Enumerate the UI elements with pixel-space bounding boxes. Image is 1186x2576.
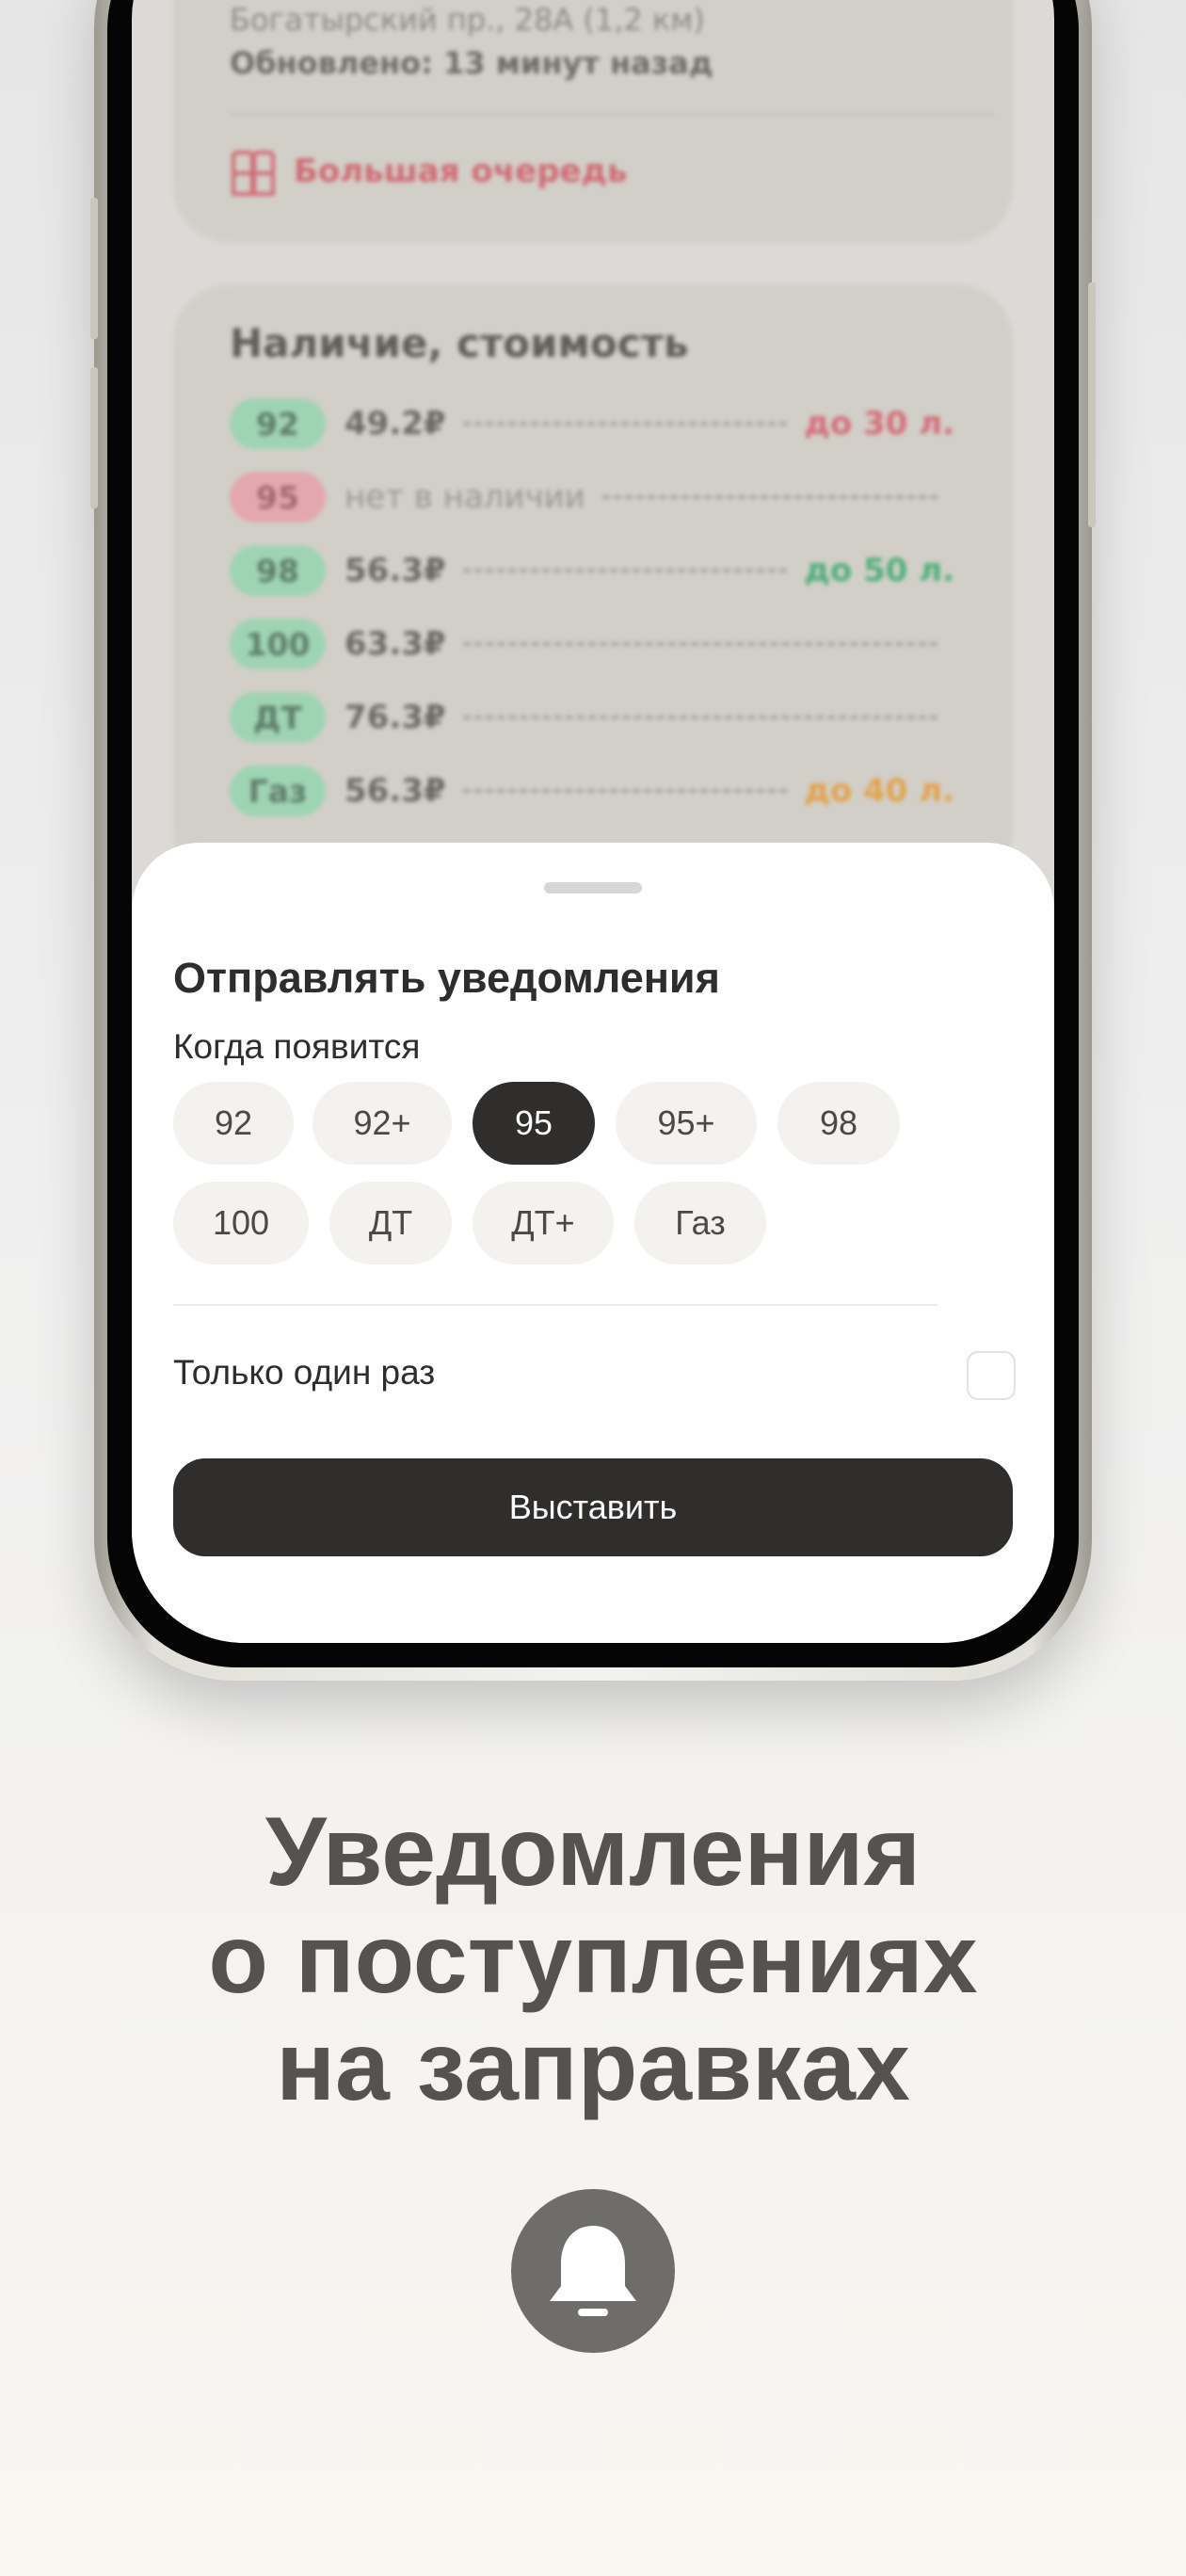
fuel-type-badge: 95 bbox=[230, 472, 326, 523]
fuel-row: 95 нет в наличии bbox=[230, 471, 954, 523]
phone-screen: Богатырский пр., 28А (1,2 км) Обновлено:… bbox=[132, 0, 1054, 1643]
headline-line: Уведомления bbox=[264, 1797, 922, 1907]
dashed-leader bbox=[462, 422, 788, 426]
phone-volume-button bbox=[90, 367, 98, 508]
phone-power-button bbox=[1088, 282, 1096, 527]
fuel-limit: до 30 л. bbox=[804, 405, 954, 443]
fuel-type-badge: 92 bbox=[230, 398, 326, 449]
fuel-limit: до 50 л. bbox=[804, 552, 954, 589]
card-divider bbox=[230, 113, 994, 115]
fuel-price: 56.3₽ bbox=[345, 552, 446, 589]
fuel-row: ДТ 76.3₽ bbox=[230, 691, 954, 744]
fuel-chip-95plus[interactable]: 95+ bbox=[616, 1082, 757, 1165]
fuel-limit: до 40 л. bbox=[804, 772, 954, 810]
fuel-type-badge: 100 bbox=[230, 619, 326, 669]
bell-badge bbox=[511, 2189, 675, 2353]
queue-label: Большая очередь bbox=[294, 153, 628, 190]
sheet-grabber[interactable] bbox=[544, 882, 642, 894]
fuel-row: Газ 56.3₽ до 40 л. bbox=[230, 765, 954, 817]
queue-status: Большая очередь bbox=[230, 149, 628, 196]
dashed-leader bbox=[462, 716, 938, 719]
sheet-subtitle: Когда появится bbox=[173, 1027, 421, 1066]
fuel-chip-dt[interactable]: ДТ bbox=[329, 1182, 452, 1264]
sheet-title: Отправлять уведомления bbox=[173, 954, 720, 1002]
phone-volume-button bbox=[90, 198, 98, 339]
sheet-divider bbox=[173, 1304, 938, 1306]
fuel-chip-100[interactable]: 100 bbox=[173, 1182, 309, 1264]
headline-line: на заправках bbox=[276, 2012, 910, 2121]
station-updated: Обновлено: 13 минут назад bbox=[230, 45, 713, 81]
dashed-leader bbox=[462, 642, 938, 646]
fuel-price: 63.3₽ bbox=[345, 625, 446, 663]
once-only-checkbox[interactable] bbox=[967, 1351, 1016, 1400]
availability-card: Наличие, стоимость 92 49.2₽ до 30 л. 95 нет … bbox=[173, 284, 1013, 887]
fuel-row: 100 63.3₽ bbox=[230, 618, 954, 670]
submit-button[interactable]: Выставить bbox=[173, 1458, 1013, 1556]
fuel-type-badge: ДТ bbox=[230, 692, 326, 743]
fuel-chip-gas[interactable]: Газ bbox=[634, 1182, 766, 1264]
fuel-type-badge: 98 bbox=[230, 545, 326, 596]
fuel-type-badge: Газ bbox=[230, 765, 326, 816]
fuel-chip-dtplus[interactable]: ДТ+ bbox=[473, 1182, 614, 1264]
fuel-price: 56.3₽ bbox=[345, 772, 446, 810]
promo-headline: Уведомления о поступлениях на заправках bbox=[0, 1798, 1186, 2120]
dashed-leader bbox=[601, 495, 938, 499]
people-queue-icon bbox=[230, 149, 275, 196]
fuel-chip-92[interactable]: 92 bbox=[173, 1082, 294, 1165]
fuel-chip-95[interactable]: 95 bbox=[473, 1082, 595, 1165]
notification-sheet: Отправлять уведомления Когда появится 92… bbox=[132, 843, 1054, 1643]
fuel-price: 76.3₽ bbox=[345, 699, 446, 736]
once-only-label: Только один раз bbox=[173, 1353, 436, 1392]
fuel-price: 49.2₽ bbox=[345, 405, 446, 443]
fuel-price: нет в наличии bbox=[345, 478, 585, 516]
fuel-chip-98[interactable]: 98 bbox=[777, 1082, 900, 1165]
availability-title: Наличие, стоимость bbox=[230, 320, 689, 366]
headline-line: о поступлениях bbox=[208, 1905, 978, 2014]
bell-icon bbox=[550, 2226, 636, 2316]
station-address: Богатырский пр., 28А (1,2 км) bbox=[230, 2, 705, 38]
station-card: Богатырский пр., 28А (1,2 км) Обновлено:… bbox=[173, 0, 1013, 243]
fuel-row: 98 56.3₽ до 50 л. bbox=[230, 544, 954, 597]
dashed-leader bbox=[462, 569, 788, 572]
dashed-leader bbox=[462, 789, 788, 793]
fuel-row: 92 49.2₽ до 30 л. bbox=[230, 397, 954, 450]
fuel-chip-92plus[interactable]: 92+ bbox=[313, 1082, 452, 1165]
